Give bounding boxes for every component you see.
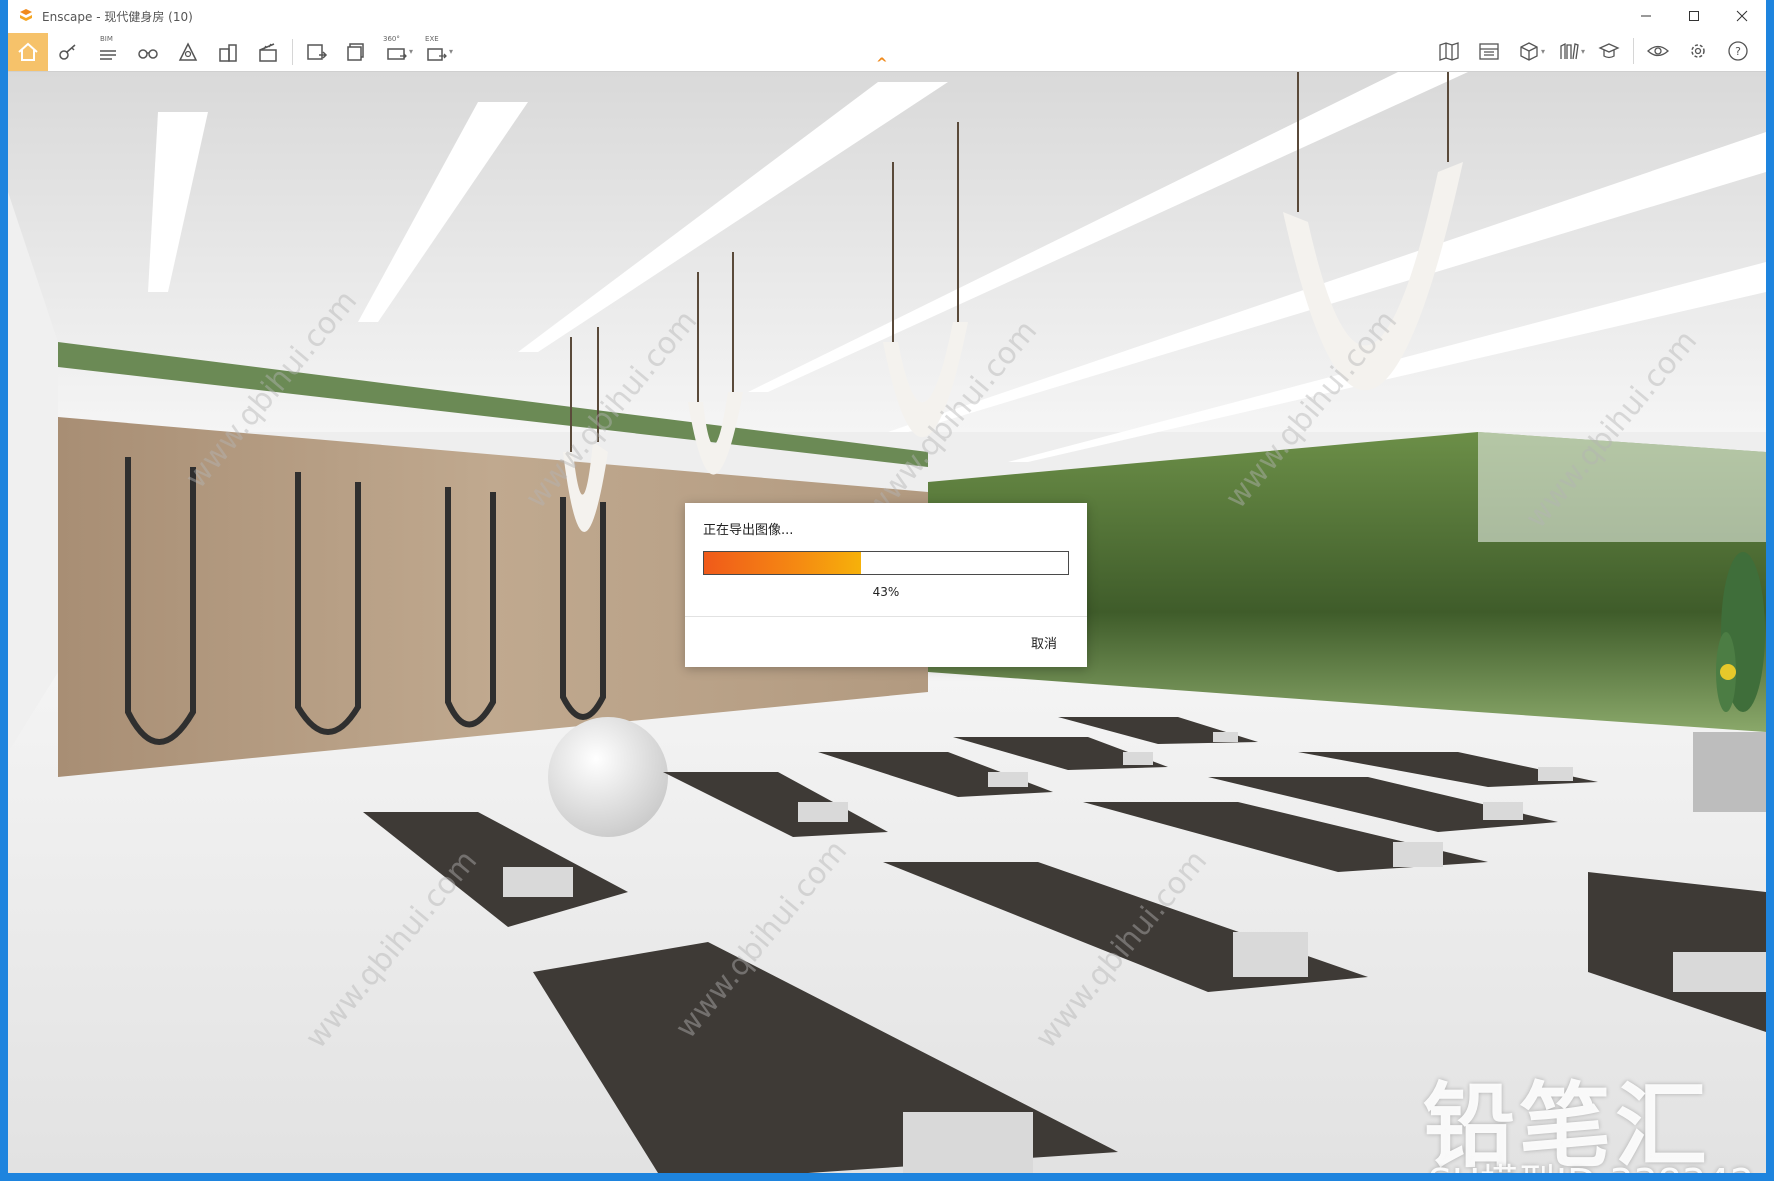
cube-icon — [1520, 42, 1538, 61]
toolbar-separator — [292, 38, 293, 65]
export-icon — [427, 47, 447, 61]
dialog-divider — [685, 616, 1087, 617]
close-icon — [1736, 10, 1748, 22]
video-editor-button[interactable] — [248, 33, 288, 71]
map-button[interactable] — [1429, 32, 1469, 70]
window-controls — [1622, 0, 1766, 32]
panorama-icon — [387, 47, 407, 60]
screenshot-button[interactable] — [297, 33, 337, 71]
gear-icon — [1691, 44, 1705, 58]
object-button[interactable] — [1509, 32, 1549, 70]
settings-button[interactable] — [1678, 32, 1718, 70]
model-id-watermark: SU模型ID:338342 — [1428, 1152, 1754, 1173]
panorama-label: 360° — [383, 34, 400, 43]
visual-settings-button[interactable] — [1638, 32, 1678, 70]
export-button[interactable]: EXE — [417, 33, 457, 71]
material-library-button[interactable] — [1469, 32, 1509, 70]
screenshot-icon — [307, 43, 328, 60]
progress-percent: 43% — [872, 585, 900, 599]
export-label: EXE — [425, 34, 439, 43]
building-icon — [219, 43, 237, 62]
collaboration-button[interactable] — [1549, 32, 1589, 70]
bim-label: BIM — [100, 34, 113, 43]
hat-icon — [1598, 43, 1620, 59]
help-icon: ? — [1728, 41, 1748, 61]
library-icon — [1479, 43, 1499, 60]
walk-mode-button[interactable] — [48, 33, 88, 71]
eye-icon — [1647, 45, 1669, 57]
help-button[interactable]: ? — [1718, 32, 1758, 70]
progress-bar — [703, 551, 1069, 575]
books-icon — [1560, 42, 1579, 60]
title-bar: Enscape - 现代健身房 (10) — [8, 0, 1766, 32]
minimize-icon — [1641, 15, 1651, 17]
learn-button[interactable] — [1589, 32, 1629, 70]
toolbar-separator-right — [1633, 38, 1634, 64]
batch-render-icon — [347, 42, 364, 61]
views-button[interactable] — [128, 33, 168, 71]
sun-icon — [178, 41, 198, 61]
maximize-button[interactable] — [1670, 0, 1718, 32]
map-icon — [1439, 42, 1459, 61]
export-progress-dialog: 正在导出图像... 43% 取消 — [685, 503, 1087, 667]
bim-button[interactable]: BIM — [88, 33, 128, 71]
minimize-button[interactable] — [1622, 0, 1670, 32]
progress-fill — [704, 552, 861, 574]
clapper-icon — [259, 42, 277, 62]
home-button[interactable] — [8, 32, 48, 71]
key-icon — [59, 43, 76, 60]
batch-render-button[interactable] — [337, 33, 377, 71]
panorama-button[interactable]: 360° — [377, 33, 417, 71]
toolbar-right: ▾ ▾ ? — [1429, 32, 1758, 70]
window-title: Enscape - 现代健身房 (10) — [42, 9, 193, 24]
asset-library-button[interactable] — [208, 33, 248, 71]
close-button[interactable] — [1718, 0, 1766, 32]
atmosphere-button[interactable] — [168, 33, 208, 71]
app-window: Enscape - 现代健身房 (10) BIM 360° ▾ EXE ▾ ▾ … — [0, 0, 1774, 1181]
maximize-icon — [1689, 11, 1699, 21]
exercise-ball — [548, 717, 668, 837]
binoculars-icon — [138, 48, 158, 59]
svg-text:?: ? — [1735, 45, 1741, 58]
cancel-button[interactable]: 取消 — [1031, 633, 1057, 652]
dialog-title: 正在导出图像... — [703, 523, 794, 538]
collapse-toolbar-caret[interactable]: ^ — [876, 56, 888, 72]
bim-icon — [100, 49, 116, 60]
home-icon — [18, 42, 38, 61]
enscape-logo-icon — [20, 9, 32, 21]
